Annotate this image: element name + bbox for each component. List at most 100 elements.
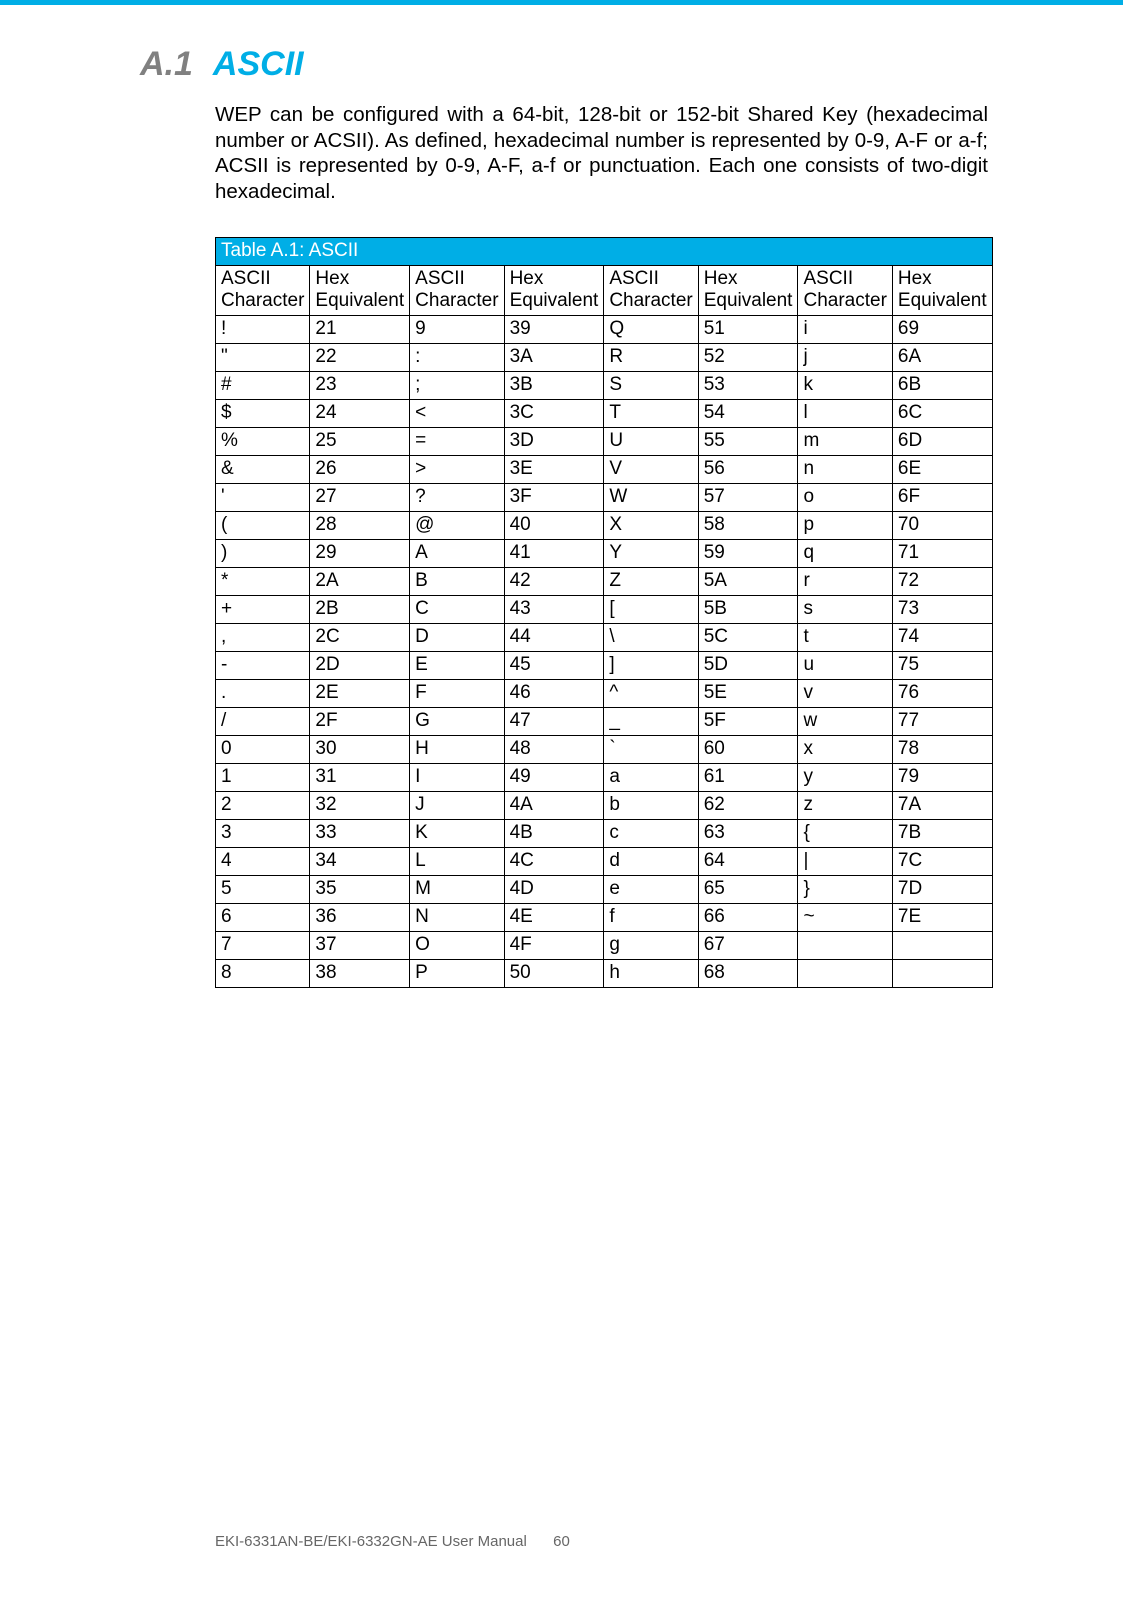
table-cell: 4F [504,932,604,960]
table-cell: 44 [504,624,604,652]
table-cell: 2D [310,652,410,680]
table-cell: a [604,764,698,792]
table-cell: _ [604,708,698,736]
table-cell: 74 [892,624,992,652]
table-header-cell: ASCIICharacter [798,265,892,316]
table-cell: % [216,428,310,456]
table-cell: J [410,792,504,820]
table-cell: ` [604,736,698,764]
table-cell: ! [216,316,310,344]
table-cell: N [410,904,504,932]
table-cell: 75 [892,652,992,680]
table-cell: 5C [698,624,798,652]
ascii-table: Table A.1: ASCII ASCIICharacterHexEquiva… [215,237,993,989]
table-row: 232J4Ab62z7A [216,792,993,820]
table-caption: Table A.1: ASCII [216,237,993,265]
table-cell: 2F [310,708,410,736]
table-cell: R [604,344,698,372]
table-cell: 38 [310,960,410,988]
table-cell: b [604,792,698,820]
table-cell: 9 [410,316,504,344]
table-cell: & [216,456,310,484]
table-cell: u [798,652,892,680]
table-cell: 6 [216,904,310,932]
table-cell: + [216,596,310,624]
table-cell: i [798,316,892,344]
table-cell [892,960,992,988]
table-row: '27?3FW57o6F [216,484,993,512]
table-row: #23;3BS53k6B [216,372,993,400]
table-cell: 63 [698,820,798,848]
footer-manual-name: EKI-6331AN-BE/EKI-6332GN-AE User Manual [215,1533,527,1550]
table-cell: s [798,596,892,624]
table-row: /2FG47_5Fw77 [216,708,993,736]
table-cell: 34 [310,848,410,876]
table-cell: M [410,876,504,904]
table-cell: V [604,456,698,484]
table-cell: 64 [698,848,798,876]
table-cell: 70 [892,512,992,540]
table-cell: ? [410,484,504,512]
table-cell: K [410,820,504,848]
table-cell: " [216,344,310,372]
table-cell: H [410,736,504,764]
table-cell: 46 [504,680,604,708]
table-row: &26>3EV56n6E [216,456,993,484]
table-cell: 7 [216,932,310,960]
table-cell: g [604,932,698,960]
table-cell: X [604,512,698,540]
table-row: 838P50h68 [216,960,993,988]
table-cell: > [410,456,504,484]
table-cell: W [604,484,698,512]
table-cell: 37 [310,932,410,960]
table-cell: \ [604,624,698,652]
table-cell: 54 [698,400,798,428]
table-cell [798,960,892,988]
table-cell: 3 [216,820,310,848]
table-header-cell: ASCIICharacter [604,265,698,316]
table-cell: 33 [310,820,410,848]
table-cell: 0 [216,736,310,764]
table-cell: 22 [310,344,410,372]
table-cell: 62 [698,792,798,820]
table-cell: Q [604,316,698,344]
table-cell: B [410,568,504,596]
table-cell: 47 [504,708,604,736]
table-cell: ~ [798,904,892,932]
table-cell: 57 [698,484,798,512]
table-cell: 3E [504,456,604,484]
section-title: ASCII [213,45,304,84]
table-cell: k [798,372,892,400]
table-cell: 4B [504,820,604,848]
table-cell: 4E [504,904,604,932]
table-cell: v [798,680,892,708]
table-row: %25=3DU55m6D [216,428,993,456]
table-cell: 6C [892,400,992,428]
table-row: +2BC43[5Bs73 [216,596,993,624]
table-cell: . [216,680,310,708]
table-cell: 31 [310,764,410,792]
section-intro: WEP can be configured with a 64-bit, 128… [215,102,988,205]
table-cell: 3C [504,400,604,428]
table-cell: 30 [310,736,410,764]
table-cell: G [410,708,504,736]
table-cell [798,932,892,960]
table-row: 434L4Cd64|7C [216,848,993,876]
table-cell: 43 [504,596,604,624]
table-cell: 53 [698,372,798,400]
table-cell: 65 [698,876,798,904]
table-cell: 78 [892,736,992,764]
table-cell: 5A [698,568,798,596]
table-cell: 36 [310,904,410,932]
table-cell: 69 [892,316,992,344]
table-cell: 3B [504,372,604,400]
table-cell: 5B [698,596,798,624]
table-cell: 77 [892,708,992,736]
section-number: A.1 [140,45,193,84]
table-cell: 76 [892,680,992,708]
table-cell: 3A [504,344,604,372]
table-cell: ( [216,512,310,540]
table-cell: 28 [310,512,410,540]
table-cell: 6E [892,456,992,484]
table-cell: 55 [698,428,798,456]
